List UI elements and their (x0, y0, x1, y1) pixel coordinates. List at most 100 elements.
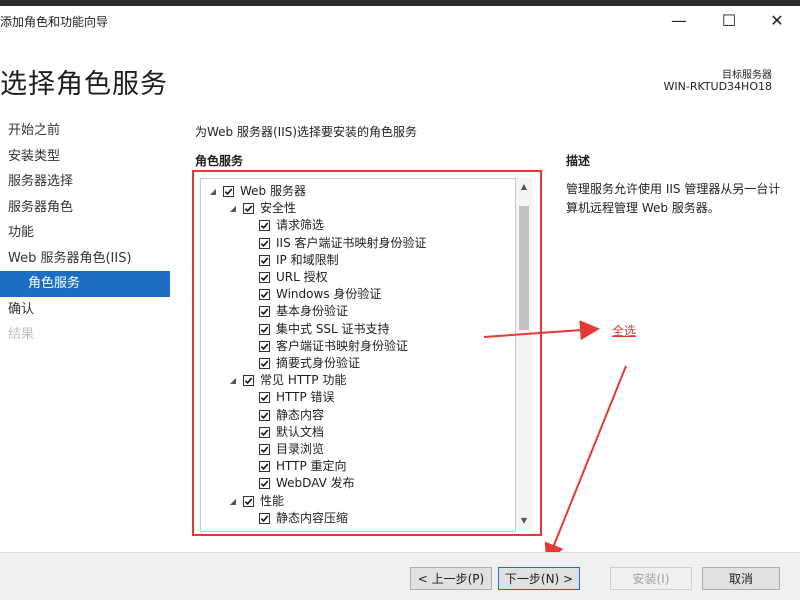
checkmark-icon (260, 274, 269, 282)
checkmark-icon (260, 394, 269, 402)
tree-item[interactable]: 目录浏览 (259, 441, 324, 458)
scroll-down-icon[interactable]: ▼ (516, 514, 532, 528)
checkmark-icon (260, 412, 269, 419)
checkbox[interactable] (259, 444, 270, 455)
tree-item-label: 默认文档 (276, 424, 325, 439)
nav-item-server-selection[interactable]: 服务器选择 (0, 169, 170, 195)
tree-item-label: 常见 HTTP 功能 (260, 373, 347, 388)
expand-collapse-icon[interactable]: ◢ (227, 372, 239, 389)
tree-item-label: 摘要式身份验证 (276, 356, 361, 370)
checkmark-icon (260, 291, 269, 299)
checkbox[interactable] (243, 495, 254, 507)
checkbox[interactable] (259, 340, 270, 352)
role-services-heading: 角色服务 (195, 154, 244, 168)
tree-item[interactable]: 静态内容 (259, 407, 324, 424)
checkbox[interactable] (259, 237, 270, 249)
tree-item-label: 基本身份验证 (276, 304, 349, 319)
checkbox[interactable] (259, 392, 270, 404)
tree-item-label: 安全性 (260, 201, 297, 216)
target-server-label: 目标服务器 (722, 70, 772, 81)
description-text: 管理服务允许使用 IIS 管理器从另一台计算机远程管理 Web 服务器。 (566, 182, 781, 215)
nav-item-installation-type[interactable]: 安装类型 (0, 144, 170, 170)
maximize-button[interactable]: ☐ (706, 6, 752, 34)
tree-item-label: 性能 (260, 493, 285, 508)
scrollbar-thumb[interactable] (519, 206, 529, 330)
tree-item-label: 客户端证书映射身份验证 (276, 338, 409, 353)
nav-item-before-you-begin[interactable]: 开始之前 (0, 118, 170, 144)
tree-item[interactable]: Windows 身份验证 (259, 286, 381, 303)
tree-item[interactable]: 集中式 SSL 证书支持 (259, 321, 390, 338)
scroll-up-icon[interactable]: ▲ (516, 180, 532, 194)
tree-item[interactable]: 请求筛选 (259, 217, 324, 234)
expand-collapse-icon[interactable]: ◢ (207, 183, 219, 200)
wizard-nav: 开始之前 安装类型 服务器选择 服务器角色 功能 Web 服务器角色(IIS) … (0, 118, 170, 348)
checkmark-icon (244, 498, 253, 505)
tree-item[interactable]: HTTP 重定向 (259, 458, 347, 475)
tree-item[interactable]: IP 和域限制 (259, 252, 339, 269)
next-button[interactable]: 下一步(N) > (498, 567, 580, 590)
checkbox[interactable] (259, 323, 270, 335)
close-button[interactable]: ✕ (754, 6, 800, 34)
previous-button[interactable]: < 上一步(P) (410, 567, 492, 590)
expand-collapse-icon[interactable]: ◢ (227, 200, 239, 217)
tree-item-label: Windows 身份验证 (276, 287, 382, 302)
nav-item-web-server-role[interactable]: Web 服务器角色(IIS) (0, 246, 170, 272)
tree-scrollbar[interactable]: ▲ ▼ (516, 178, 532, 530)
tree-item-label: 集中式 SSL 证书支持 (276, 321, 390, 336)
tree-item[interactable]: 基本身份验证 (259, 303, 348, 320)
tree-item[interactable]: WebDAV 发布 (259, 475, 355, 492)
tree-item[interactable]: 摘要式身份验证 (259, 355, 360, 372)
checkbox[interactable] (259, 289, 270, 301)
checkbox[interactable] (223, 186, 234, 197)
tree-item-label: IIS 客户端证书映射身份验证 (276, 235, 427, 250)
checkbox[interactable] (259, 478, 270, 490)
nav-item-server-roles[interactable]: 服务器角色 (0, 195, 170, 221)
checkmark-icon (260, 343, 269, 350)
tree-item[interactable]: IIS 客户端证书映射身份验证 (259, 235, 427, 252)
checkbox[interactable] (259, 358, 270, 369)
checkmark-icon (260, 429, 269, 436)
tree-item[interactable]: ◢ Web 服务器 (207, 183, 306, 200)
description-heading: 描述 (566, 154, 591, 168)
arrow-to-next-button (544, 365, 627, 564)
checkbox[interactable] (243, 203, 254, 215)
minimize-button[interactable]: — (656, 6, 702, 34)
checkmark-icon (260, 257, 269, 264)
tree-item-label: 静态内容 (276, 407, 325, 422)
checkbox[interactable] (259, 306, 270, 318)
tree-item[interactable]: URL 授权 (259, 269, 328, 286)
tree-item[interactable]: 静态内容压缩 (259, 510, 348, 527)
role-services-tree[interactable]: ◢ Web 服务器 ◢ 安全性 请求筛选 IIS 客户端证书映射身份验证 IP 和域限制 UR… (200, 178, 516, 532)
nav-item-features[interactable]: 功能 (0, 220, 170, 246)
select-all-annotation: 全选 (612, 324, 637, 338)
expand-collapse-icon[interactable]: ◢ (227, 493, 239, 510)
checkmark-icon (260, 222, 269, 230)
checkbox[interactable] (259, 461, 270, 473)
checkbox[interactable] (259, 409, 270, 421)
checkbox[interactable] (259, 272, 270, 283)
nav-item-role-services[interactable]: 角色服务 (0, 271, 170, 297)
tree-item[interactable]: 默认文档 (259, 424, 324, 441)
checkmark-icon (260, 480, 269, 488)
checkbox[interactable] (259, 512, 270, 524)
nav-item-confirmation[interactable]: 确认 (0, 297, 170, 323)
tree-item[interactable]: ◢ 常见 HTTP 功能 (227, 372, 346, 389)
nav-item-results: 结果 (8, 327, 35, 342)
checkmark-icon (260, 463, 269, 471)
checkmark-icon (260, 326, 269, 333)
checkbox[interactable] (259, 254, 270, 266)
checkbox[interactable] (259, 220, 270, 232)
tree-item-label: 静态内容压缩 (276, 510, 349, 525)
checkbox[interactable] (259, 426, 270, 438)
checkbox[interactable] (243, 375, 254, 387)
checkmark-icon (224, 188, 233, 196)
tree-item[interactable]: 客户端证书映射身份验证 (259, 338, 408, 355)
tree-item-label: 请求筛选 (276, 218, 325, 233)
tree-item[interactable]: ◢ 安全性 (227, 200, 296, 217)
cancel-button[interactable]: 取消 (702, 567, 780, 590)
checkmark-icon (260, 308, 269, 316)
instruction-text: 为Web 服务器(IIS)选择要安装的角色服务 (195, 125, 418, 139)
tree-item[interactable]: ◢ 性能 (227, 493, 284, 510)
checkmark-icon (260, 360, 269, 368)
tree-item[interactable]: HTTP 错误 (259, 389, 335, 406)
